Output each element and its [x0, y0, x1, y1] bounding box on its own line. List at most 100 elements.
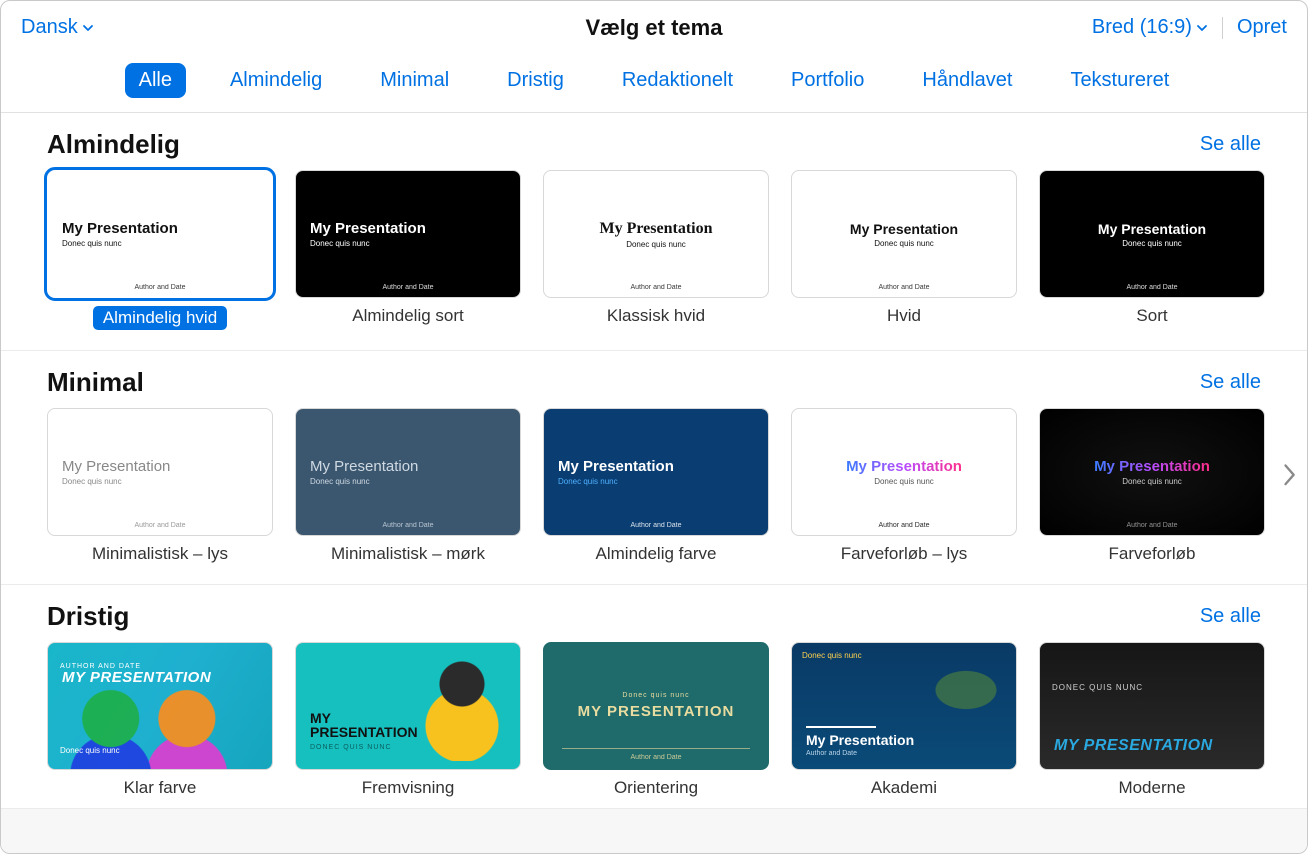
content-scroll[interactable]: Almindelig Se alle My Presentation Donec… [1, 113, 1307, 853]
section-header: Almindelig Se alle [1, 129, 1307, 170]
scroll-right-button[interactable] [1275, 447, 1303, 503]
thumb-subtitle: Donec quis nunc [310, 239, 506, 248]
thumb-title: My Presentation [310, 458, 506, 475]
theme-thumbnail: My Presentation Donec quis nunc Author a… [1039, 408, 1265, 536]
theme-label: Almindelig hvid [93, 306, 227, 330]
theme-gradient-dark[interactable]: My Presentation Donec quis nunc Author a… [1039, 408, 1265, 564]
thumb-divider [806, 726, 876, 728]
section-title: Dristig [47, 601, 129, 632]
thumb-title: MY PRESENTATION [1054, 737, 1250, 755]
section-title: Minimal [47, 367, 144, 398]
theme-thumbnail: My Presentation Donec quis nunc Author a… [1039, 170, 1265, 298]
theme-bright-color[interactable]: AUTHOR AND DATE MY PRESENTATION Donec qu… [47, 642, 273, 808]
create-button[interactable]: Opret [1237, 16, 1287, 39]
theme-white[interactable]: My Presentation Donec quis nunc Author a… [791, 170, 1017, 330]
theme-label: Akademi [871, 778, 937, 798]
thumb-footer: Author and Date [48, 522, 272, 529]
chevron-down-icon [82, 22, 94, 34]
thumb-footer: Author and Date [1040, 284, 1264, 291]
thumb-title: My Presentation [62, 458, 258, 475]
tab-minimal[interactable]: Minimal [366, 63, 463, 98]
thumb-footer: Author and Date [1040, 522, 1264, 529]
thumb-title: My Presentation [1094, 458, 1210, 475]
theme-classic-white[interactable]: My Presentation Donec quis nunc Author a… [543, 170, 769, 330]
theme-thumbnail: My Presentation Donec quis nunc Author a… [295, 170, 521, 298]
section-basic: Almindelig Se alle My Presentation Donec… [1, 113, 1307, 351]
theme-label: Minimalistisk – lys [92, 544, 228, 564]
theme-label: Hvid [887, 306, 921, 326]
thumb-subtitle: Donec quis nunc [1122, 239, 1182, 248]
thumb-footer: Author and Date [806, 750, 1002, 757]
theme-label: Farveforløb [1109, 544, 1196, 564]
tab-textured[interactable]: Tekstureret [1056, 63, 1183, 98]
tab-bold[interactable]: Dristig [493, 63, 578, 98]
theme-briefing[interactable]: Donec quis nunc MY PRESENTATION Author a… [543, 642, 769, 808]
theme-label: Minimalistisk – mørk [331, 544, 485, 564]
thumb-title: My Presentation [850, 221, 958, 237]
theme-minimal-light[interactable]: My Presentation Donec quis nunc Author a… [47, 408, 273, 564]
window-title: Vælg et tema [586, 15, 723, 41]
theme-basic-black[interactable]: My Presentation Donec quis nunc Author a… [295, 170, 521, 330]
theme-thumbnail: MYPRESENTATION DONEC QUIS NUNC [295, 642, 521, 770]
titlebar: Dansk Vælg et tema Bred (16:9) Opret [1, 1, 1307, 55]
tab-portfolio[interactable]: Portfolio [777, 63, 878, 98]
divider [1222, 17, 1223, 39]
theme-showcase[interactable]: MYPRESENTATION DONEC QUIS NUNC Fremvisni… [295, 642, 521, 808]
theme-label: Orientering [614, 778, 698, 798]
thumb-subtitle: Donec quis nunc [1122, 477, 1182, 486]
theme-thumbnail: My Presentation Donec quis nunc Author a… [47, 408, 273, 536]
theme-thumbnail: My Presentation Donec quis nunc Author a… [543, 170, 769, 298]
section-title: Almindelig [47, 129, 180, 160]
thumb-title: My Presentation [62, 220, 258, 237]
theme-minimal-dark[interactable]: My Presentation Donec quis nunc Author a… [295, 408, 521, 564]
theme-row: My Presentation Donec quis nunc Author a… [1, 408, 1307, 564]
thumb-footer: Author and Date [792, 284, 1016, 291]
chevron-right-icon [1282, 462, 1296, 488]
see-all-button[interactable]: Se alle [1200, 371, 1261, 394]
see-all-button[interactable]: Se alle [1200, 133, 1261, 156]
theme-thumbnail: AUTHOR AND DATE MY PRESENTATION Donec qu… [47, 642, 273, 770]
theme-thumbnail: Donec quis nunc My Presentation Author a… [791, 642, 1017, 770]
theme-row: My Presentation Donec quis nunc Author a… [1, 170, 1307, 330]
theme-academy[interactable]: Donec quis nunc My Presentation Author a… [791, 642, 1017, 808]
thumb-subtitle: Donec quis nunc [62, 477, 258, 486]
theme-label: Klassisk hvid [607, 306, 705, 326]
thumb-footer: Author and Date [544, 754, 768, 761]
thumb-subtitle: Donec quis nunc [558, 477, 754, 486]
section-minimal: Minimal Se alle My Presentation Donec qu… [1, 351, 1307, 585]
thumb-subtitle: DONEC QUIS NUNC [310, 744, 405, 751]
language-label: Dansk [21, 16, 78, 39]
theme-modern[interactable]: DONEC QUIS NUNC MY PRESENTATION Moderne [1039, 642, 1265, 808]
section-header: Dristig Se alle [1, 601, 1307, 642]
theme-label: Moderne [1118, 778, 1185, 798]
thumb-divider [562, 748, 750, 749]
theme-label: Farveforløb – lys [841, 544, 968, 564]
tab-editorial[interactable]: Redaktionelt [608, 63, 747, 98]
theme-basic-white[interactable]: My Presentation Donec quis nunc Author a… [47, 170, 273, 330]
thumb-subtitle: Donec quis nunc [874, 239, 934, 248]
tab-handmade[interactable]: Håndlavet [908, 63, 1026, 98]
aspect-ratio-select[interactable]: Bred (16:9) [1092, 16, 1208, 39]
thumb-footer: Author and Date [544, 522, 768, 529]
theme-basic-color[interactable]: My Presentation Donec quis nunc Author a… [543, 408, 769, 564]
theme-label: Almindelig sort [352, 306, 464, 326]
thumb-footer: Author and Date [544, 284, 768, 291]
thumb-title: My Presentation [846, 458, 962, 475]
thumb-footer: Author and Date [296, 284, 520, 291]
tab-all[interactable]: Alle [125, 63, 186, 98]
tab-basic[interactable]: Almindelig [216, 63, 336, 98]
theme-black[interactable]: My Presentation Donec quis nunc Author a… [1039, 170, 1265, 330]
section-bold: Dristig Se alle AUTHOR AND DATE MY PRESE… [1, 585, 1307, 809]
theme-thumbnail: Donec quis nunc MY PRESENTATION Author a… [543, 642, 769, 770]
theme-thumbnail: My Presentation Donec quis nunc Author a… [295, 408, 521, 536]
theme-label: Klar farve [124, 778, 197, 798]
aspect-label: Bred (16:9) [1092, 16, 1192, 39]
right-actions: Bred (16:9) Opret [1092, 16, 1287, 39]
see-all-button[interactable]: Se alle [1200, 605, 1261, 628]
thumb-title: My Presentation [1098, 221, 1206, 237]
thumb-subtitle: Donec quis nunc [310, 477, 506, 486]
language-select[interactable]: Dansk [21, 16, 94, 39]
theme-label: Sort [1136, 306, 1167, 326]
theme-gradient-light[interactable]: My Presentation Donec quis nunc Author a… [791, 408, 1017, 564]
theme-row: AUTHOR AND DATE MY PRESENTATION Donec qu… [1, 642, 1307, 808]
